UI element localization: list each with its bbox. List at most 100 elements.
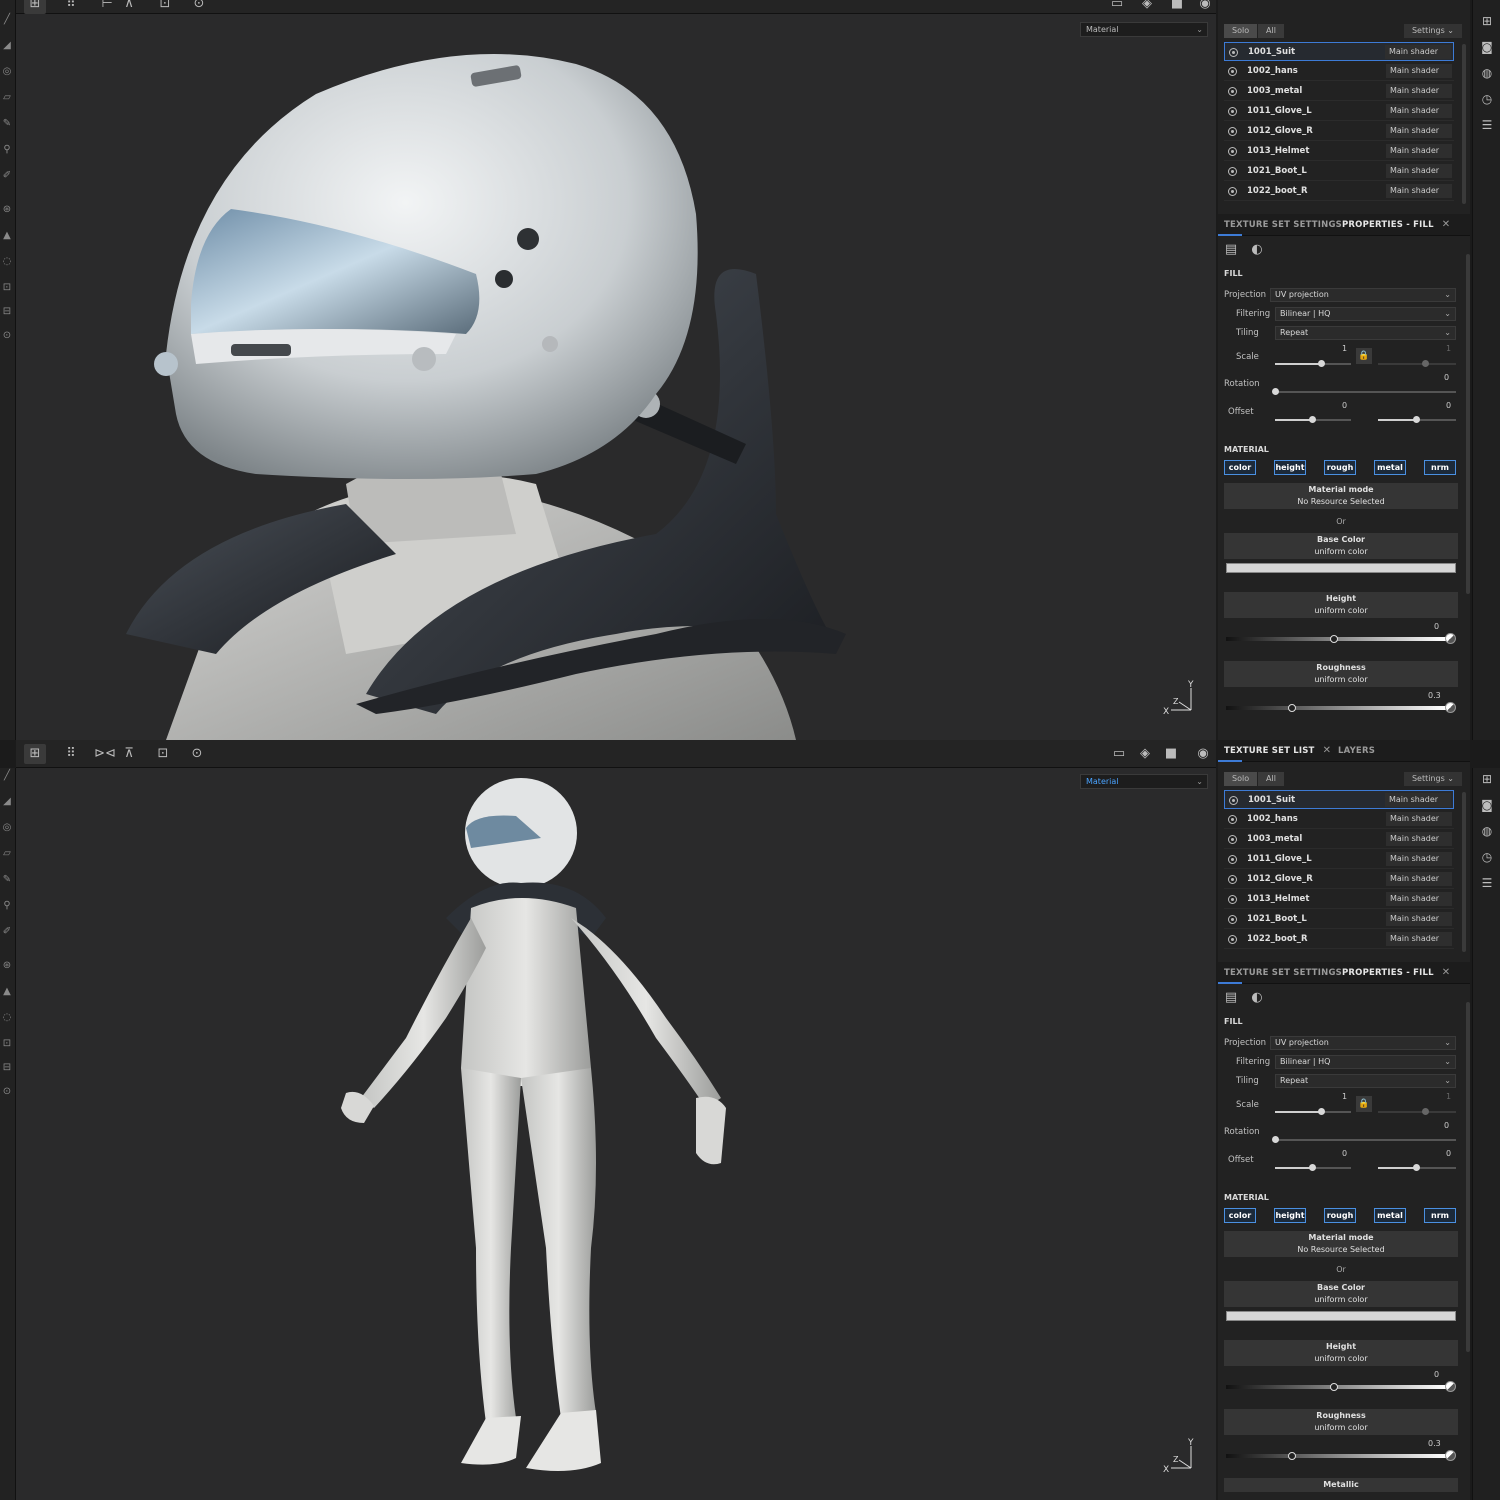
tiling-select[interactable]: Repeat ⌄ (1275, 326, 1456, 340)
viewport-mode-select[interactable]: Material ⌄ (1080, 22, 1208, 37)
scale-slider-locked[interactable] (1378, 1108, 1456, 1115)
texture-set-row[interactable]: 1012_Glove_R Main shader (1224, 870, 1454, 889)
scale-slider-locked[interactable] (1378, 360, 1456, 367)
shader-settings-icon[interactable]: ◈ (1136, 0, 1158, 14)
shader-select[interactable]: Main shader (1385, 45, 1451, 59)
mask-icon[interactable]: ⊟ (1, 1062, 13, 1074)
offset-u-slider-knob[interactable] (1309, 416, 1316, 423)
smudge-icon[interactable]: ✎ (1, 874, 13, 886)
material-mode-slot[interactable]: Material mode No Resource Selected (1224, 483, 1458, 509)
visibility-icon[interactable] (1228, 87, 1237, 96)
shader-select[interactable]: Main shader (1386, 812, 1452, 826)
shader-select[interactable]: Main shader (1386, 64, 1452, 78)
channel-height-toggle[interactable]: height (1274, 460, 1306, 475)
symmetry-icon[interactable]: ⊢ (96, 0, 118, 14)
all-button[interactable]: All (1258, 24, 1284, 38)
visibility-icon[interactable] (1228, 147, 1237, 156)
channel-height-toggle[interactable]: height (1274, 1208, 1306, 1223)
shader-select[interactable]: Main shader (1386, 164, 1452, 178)
display-icon[interactable]: ◙ (1480, 40, 1494, 54)
frame-icon[interactable]: ⊡ (154, 0, 176, 14)
screenshot-icon[interactable]: ◉ (1194, 0, 1216, 14)
metallic-slot[interactable]: Metallic (1224, 1478, 1458, 1492)
shader-select[interactable]: Main shader (1386, 872, 1452, 886)
height-slot[interactable]: Height uniform color (1224, 592, 1458, 618)
display-settings-icon[interactable]: ▭ (1106, 0, 1128, 14)
height-color-picker-icon[interactable] (1445, 633, 1456, 644)
height-slider-knob[interactable] (1330, 635, 1338, 643)
frame-icon[interactable]: ⊡ (152, 744, 174, 764)
visibility-icon[interactable] (1228, 855, 1237, 864)
shader-select[interactable]: Main shader (1386, 124, 1452, 138)
solo-button[interactable]: Solo (1224, 24, 1258, 38)
two-d-view-icon[interactable]: ⊞ (24, 0, 46, 14)
shader-select[interactable]: Main shader (1386, 852, 1452, 866)
roughness-slot[interactable]: Roughness uniform color (1224, 1409, 1458, 1435)
filtering-select[interactable]: Bilinear | HQ ⌄ (1275, 307, 1456, 321)
roughness-color-picker-icon[interactable] (1445, 702, 1456, 713)
grid-view-icon[interactable]: ⠿ (60, 0, 82, 14)
log-icon[interactable]: ☰ (1480, 118, 1494, 132)
visibility-icon[interactable] (1228, 127, 1237, 136)
texture-list-scrollbar[interactable] (1462, 44, 1466, 204)
eraser-icon[interactable]: ◢ (1, 796, 13, 808)
paint-brush-icon[interactable]: ╱ (1, 770, 13, 782)
properties-scrollbar[interactable] (1466, 254, 1470, 594)
picker-icon[interactable]: ✐ (1, 170, 13, 182)
bake-icon[interactable]: ⊛ (1, 960, 13, 972)
projection-select[interactable]: UV projection ⌄ (1270, 1036, 1456, 1050)
shader-icon[interactable]: ◍ (1480, 66, 1494, 80)
texture-set-row[interactable]: 1012_Glove_R Main shader (1224, 122, 1454, 141)
viewport-3d-closeup[interactable]: Material ⌄ X Y Z (16, 14, 1216, 740)
material-sphere-icon[interactable]: ◐ (1246, 240, 1268, 260)
camera-icon[interactable]: ◌ (1, 1012, 13, 1024)
rotation-slider-knob[interactable] (1272, 388, 1279, 395)
log-icon[interactable]: ☰ (1480, 876, 1494, 890)
channel-nrm-toggle[interactable]: nrm (1424, 1208, 1456, 1223)
height-slider[interactable] (1226, 635, 1446, 643)
shader-select[interactable]: Main shader (1386, 184, 1452, 198)
tab-texture-set-list[interactable]: TEXTURE SET LIST ✕ (1224, 740, 1331, 762)
tab-properties-fill[interactable]: PROPERTIES - FILL ✕ (1342, 214, 1450, 236)
viewport-mode-select[interactable]: Material ⌄ (1080, 774, 1208, 789)
scale-slider-locked-knob[interactable] (1422, 360, 1429, 367)
texture-set-row[interactable]: 1021_Boot_L Main shader (1224, 910, 1454, 929)
offset-v-slider[interactable] (1378, 416, 1456, 423)
visibility-icon[interactable] (1228, 815, 1237, 824)
texture-set-row[interactable]: 1001_Suit Main shader (1224, 42, 1454, 61)
fill-layer-icon[interactable]: ▤ (1220, 988, 1242, 1008)
visibility-icon[interactable] (1228, 187, 1237, 196)
all-button[interactable]: All (1258, 772, 1284, 786)
solo-button[interactable]: Solo (1224, 772, 1258, 786)
shader-settings-icon[interactable]: ◈ (1134, 744, 1156, 764)
grid-view-icon[interactable]: ⠿ (60, 744, 82, 764)
channel-rough-toggle[interactable]: rough (1324, 460, 1356, 475)
visibility-icon[interactable] (1228, 167, 1237, 176)
texture-set-row[interactable]: 1003_metal Main shader (1224, 830, 1454, 849)
offset-u-slider[interactable] (1275, 416, 1351, 423)
visibility-icon[interactable] (1228, 915, 1237, 924)
bake-icon[interactable]: ⊛ (1, 204, 13, 216)
roughness-slider[interactable] (1226, 1452, 1446, 1460)
eraser-icon[interactable]: ◢ (1, 40, 13, 52)
texture-list-scrollbar[interactable] (1462, 792, 1466, 952)
clone-icon[interactable]: ⚲ (1, 900, 13, 912)
scale-slider[interactable] (1275, 1108, 1351, 1115)
texture-set-row[interactable]: 1013_Helmet Main shader (1224, 142, 1454, 161)
lock-icon[interactable]: 🔒 (1356, 348, 1372, 364)
roughness-slider-knob[interactable] (1288, 1452, 1296, 1460)
visibility-icon[interactable] (1229, 48, 1238, 57)
light-icon[interactable]: ▲ (1, 986, 13, 998)
settings-button[interactable]: Settings ⌄ (1403, 24, 1462, 38)
shader-select[interactable]: Main shader (1386, 832, 1452, 846)
projection-icon[interactable]: ◎ (1, 822, 13, 834)
offset-u-slider-knob[interactable] (1309, 1164, 1316, 1171)
visibility-icon[interactable] (1228, 875, 1237, 884)
offset-u-slider[interactable] (1275, 1164, 1351, 1171)
height-color-picker-icon[interactable] (1445, 1381, 1456, 1392)
align-icon[interactable]: ⊼ (118, 744, 140, 764)
picker-icon[interactable]: ✐ (1, 926, 13, 938)
lock-icon[interactable]: 🔒 (1356, 1096, 1372, 1112)
texture-set-row[interactable]: 1011_Glove_L Main shader (1224, 102, 1454, 121)
rotation-slider[interactable] (1272, 1136, 1456, 1143)
